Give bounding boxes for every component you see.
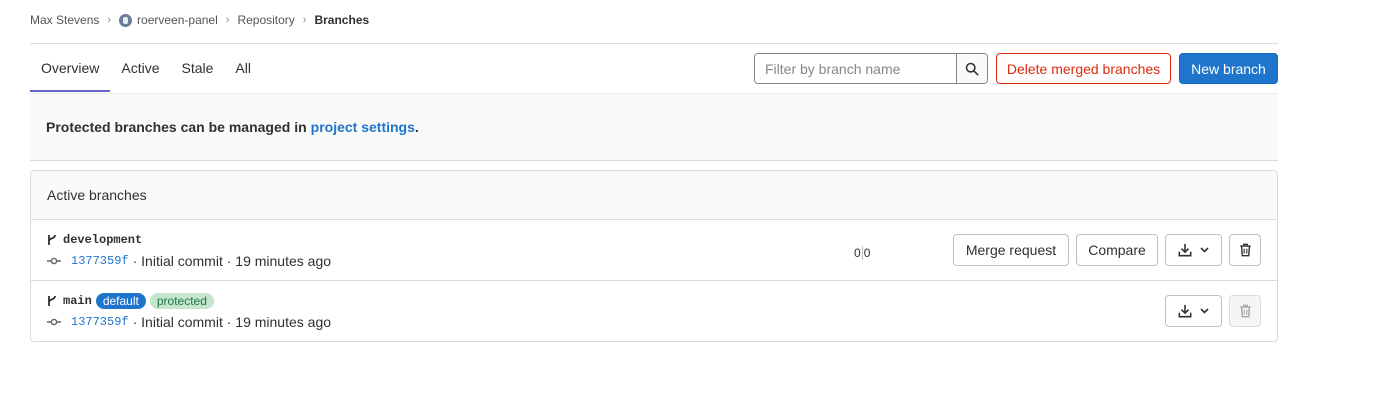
chevron-right-icon: › — [107, 14, 112, 26]
breadcrumb: Max Stevens › roerveen-panel › Repositor… — [30, 12, 369, 28]
ahead-count: 0 — [863, 246, 871, 260]
chevron-down-icon — [1200, 247, 1209, 253]
download-dropdown-button[interactable] — [1165, 234, 1222, 266]
commit-sha-link[interactable]: 1377359f — [71, 315, 129, 329]
branch-name-link[interactable]: development — [63, 233, 142, 247]
branch-row: main default protected 1377359f · Initia… — [31, 281, 1277, 341]
new-branch-button[interactable]: New branch — [1179, 53, 1278, 84]
search-icon — [965, 62, 979, 75]
commit-message: · Initial commit · 19 minutes ago — [132, 314, 332, 330]
divergence-separator — [861, 246, 863, 260]
download-icon — [1178, 304, 1192, 318]
tab-overview[interactable]: Overview — [30, 44, 111, 92]
trash-icon — [1239, 304, 1251, 318]
notice-text: Protected branches can be managed in — [46, 119, 307, 135]
notice-suffix: . — [414, 119, 419, 135]
divergence-graph: 0 0 — [854, 246, 870, 260]
protected-badge: protected — [149, 293, 214, 309]
active-branches-card: Active branches development 1377359f · I… — [30, 170, 1278, 342]
branch-filter — [754, 53, 988, 84]
merge-request-button[interactable]: Merge request — [953, 234, 1069, 266]
breadcrumb-repository-link[interactable]: Repository — [237, 13, 294, 27]
commit-icon — [47, 318, 61, 326]
breadcrumb-user-link[interactable]: Max Stevens — [30, 13, 99, 27]
branch-name-link[interactable]: main — [63, 294, 92, 308]
branch-row: development 1377359f · Initial commit · … — [31, 220, 1277, 281]
tab-stale[interactable]: Stale — [170, 44, 224, 92]
tab-all[interactable]: All — [224, 44, 262, 92]
protected-branches-notice: Protected branches can be managed in pro… — [30, 93, 1278, 161]
branch-tabs: Overview Active Stale All — [30, 44, 262, 92]
download-icon — [1178, 243, 1192, 257]
project-avatar — [119, 13, 133, 27]
branch-icon — [48, 295, 56, 306]
breadcrumb-project-link[interactable]: roerveen-panel — [137, 13, 218, 27]
card-title: Active branches — [31, 171, 1277, 220]
delete-branch-button[interactable] — [1229, 234, 1261, 266]
branch-search-input[interactable] — [755, 54, 956, 83]
compare-button[interactable]: Compare — [1076, 234, 1158, 266]
search-button[interactable] — [956, 54, 987, 83]
behind-count: 0 — [854, 246, 861, 260]
commit-sha-link[interactable]: 1377359f — [71, 254, 129, 268]
commit-icon — [47, 257, 61, 265]
project-settings-link[interactable]: project settings — [311, 119, 415, 135]
tab-active[interactable]: Active — [110, 44, 170, 92]
default-badge: default — [95, 293, 146, 309]
trash-icon — [1239, 243, 1251, 257]
chevron-right-icon: › — [302, 14, 307, 26]
chevron-right-icon: › — [225, 14, 230, 26]
delete-merged-branches-button[interactable]: Delete merged branches — [996, 53, 1171, 84]
breadcrumb-current[interactable]: Branches — [314, 13, 369, 27]
branch-icon — [48, 234, 56, 245]
download-dropdown-button[interactable] — [1165, 295, 1222, 327]
commit-message: · Initial commit · 19 minutes ago — [132, 253, 332, 269]
chevron-down-icon — [1200, 308, 1209, 314]
delete-branch-button-disabled[interactable] — [1229, 295, 1261, 327]
